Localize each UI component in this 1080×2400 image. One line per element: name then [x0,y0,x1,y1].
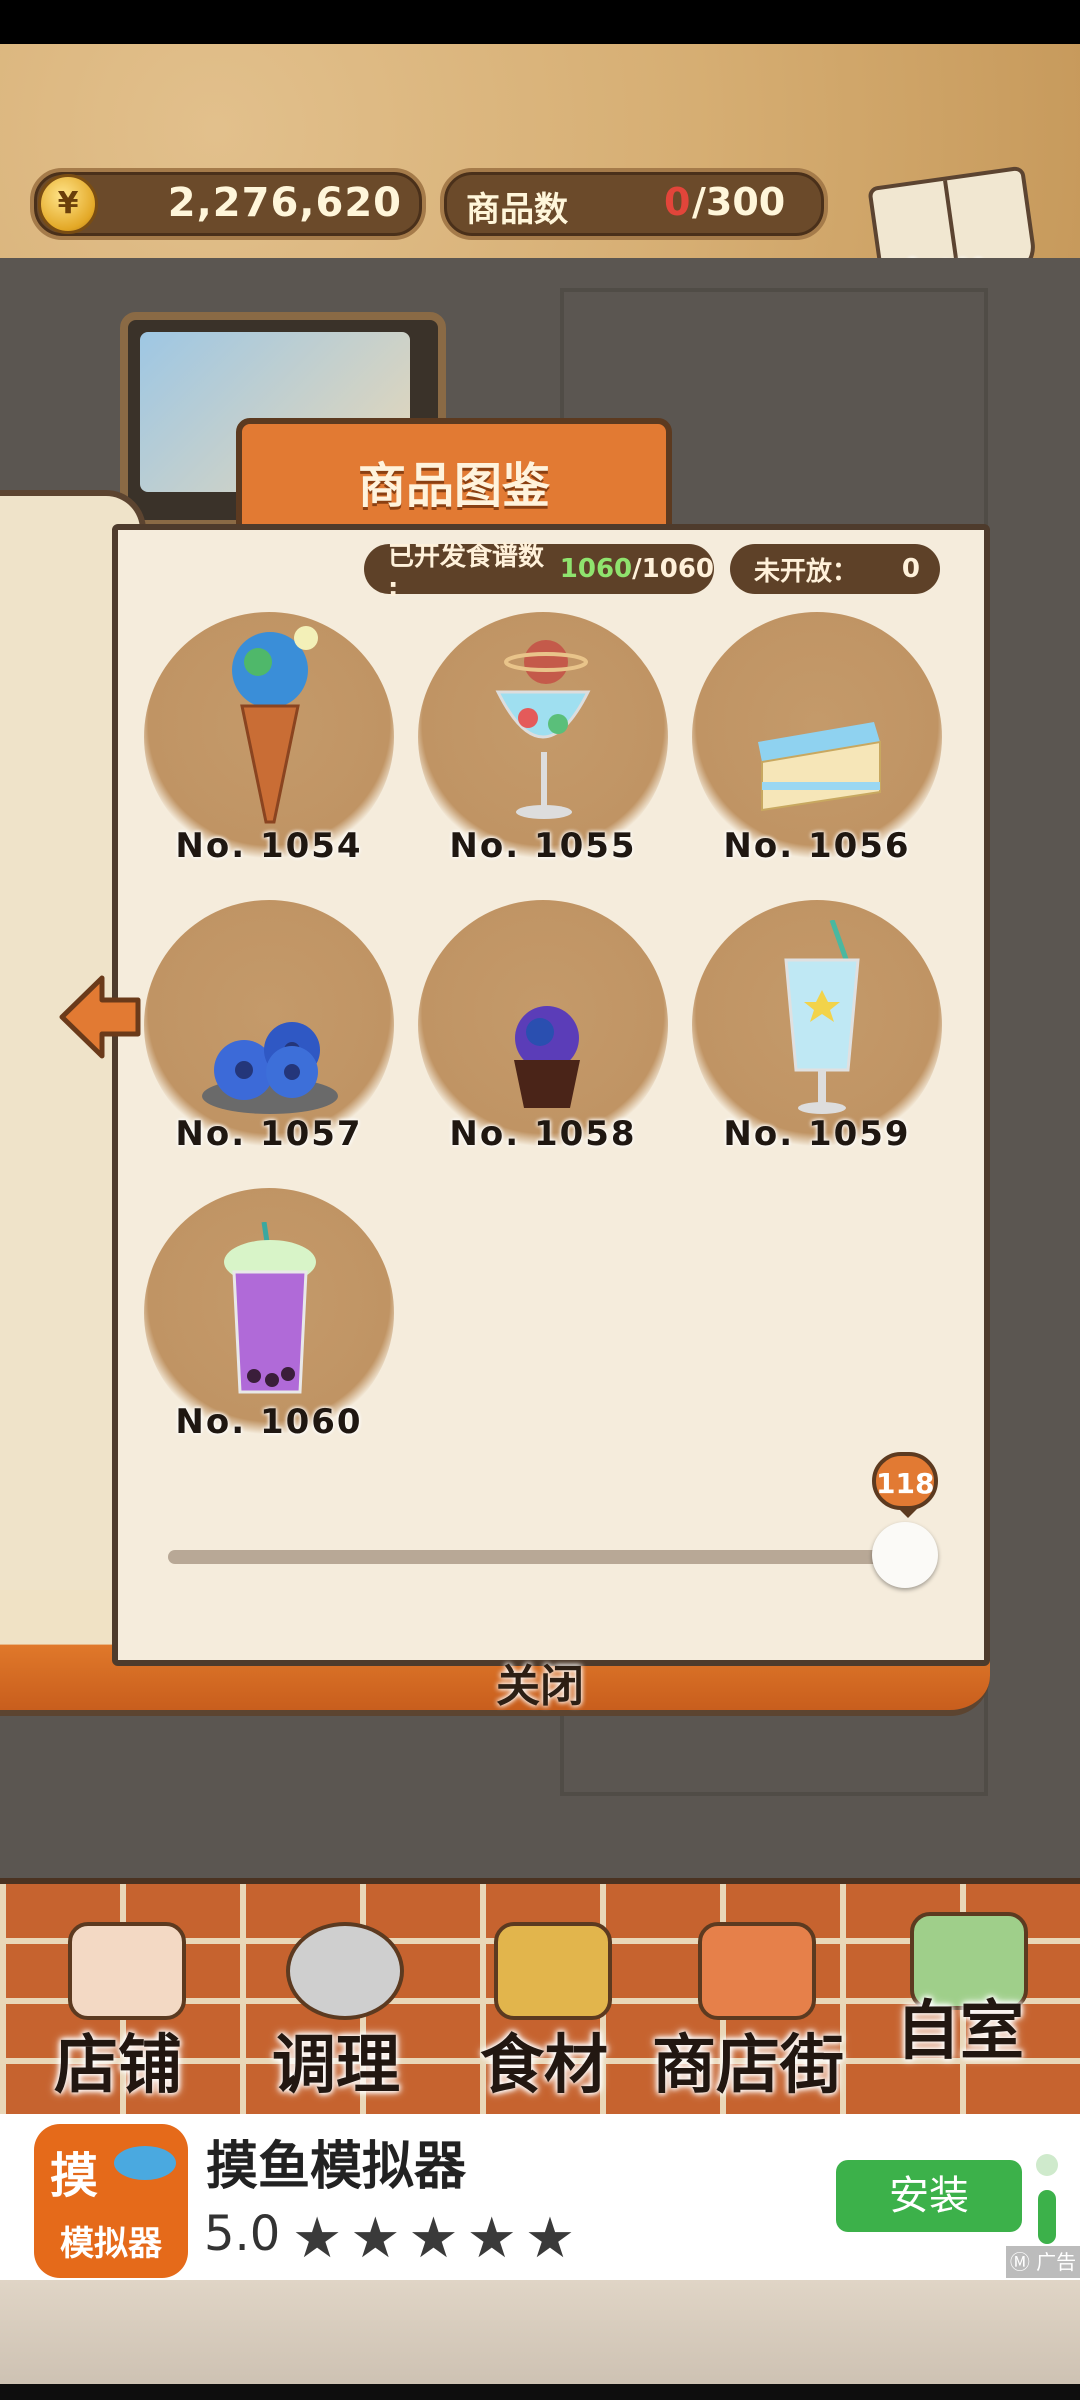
ad-title: 摸鱼模拟器 [206,2137,467,2197]
ad-app-logo: 摸 模拟器 [34,2124,188,2278]
ice-cream-cone-icon [232,626,318,824]
nav-item-cooking[interactable]: 调理 [236,1884,436,2114]
ad-indicator-dot [1036,2154,1058,2176]
bottom-strip [0,2280,1080,2400]
ad-indicator-bar [1038,2190,1056,2244]
ad-stars-icon: ★★★★★ [292,2206,584,2271]
nav-item-label: 调理 [272,2029,400,2103]
nav-item-ingredients[interactable]: 食材 [444,1884,644,2114]
ad-tag: Ⓜ 广告 [1006,2246,1080,2278]
recipe-card[interactable]: No. 1054 [144,612,394,874]
recipe-number: No. 1060 [175,1402,363,1442]
page-slider-value: 118 [872,1452,938,1518]
unopened-label: 未开放： [754,556,859,587]
page-slider-track[interactable] [168,1550,908,1564]
cupcake-icon [514,1006,580,1108]
system-nav-bar [0,2384,1080,2400]
ad-rating: 5.0 [204,2206,281,2262]
mixing-bowl-icon [286,1922,404,2020]
bubble-tea-icon [224,1222,316,1394]
product-count-display: 商品数 0 /300 [440,168,828,240]
nav-item-label: 商店街 [652,2029,844,2103]
parfait-glass-icon [495,640,591,819]
product-count-label: 商品数 [466,190,568,230]
nav-item-label: 自室 [896,1995,1024,2069]
previous-page-arrow-icon[interactable] [56,972,142,1062]
catalog-title-tab: 商品图鉴 [236,418,672,540]
nav-item-label: 店铺 [54,2029,182,2103]
ingredient-sack-icon [494,1922,612,2020]
recipe-card[interactable]: No. 1055 [418,612,668,874]
developed-recipes-total: /1060 [632,554,714,584]
unopened-value: 0 [901,554,920,584]
coin-icon: ¥ [38,174,98,234]
cake-slice-icon [758,722,881,812]
nav-item-shop[interactable]: 店铺 [18,1884,218,2114]
nav-item-staff-room[interactable]: 自室 [860,1872,1060,2102]
recipe-card[interactable]: No. 1060 [144,1188,394,1450]
fish-icon [114,2146,176,2180]
recipe-number: No. 1054 [175,826,363,866]
ad-logo-subtext: 模拟器 [60,2224,162,2264]
donuts-icon [202,1022,338,1114]
product-count-current: 0 [664,180,691,224]
soda-glass-icon [784,920,860,1114]
shopping-street-icon [698,1922,816,2020]
recipe-number: No. 1059 [723,1114,911,1154]
ad-logo-text: 摸 [50,2148,99,2204]
catalog-title: 商品图鉴 [357,458,550,514]
developed-recipes-label: 已开发食谱数 : [388,541,545,603]
ad-banner[interactable]: 摸 模拟器 摸鱼模拟器 5.0 ★★★★★ 安装 Ⓜ 广告 [0,2114,1080,2280]
close-button[interactable]: 关闭 [430,1650,650,1720]
recipe-number: No. 1055 [449,826,637,866]
shop-cake-icon [68,1922,186,2020]
currency-display: ¥ 2,276,620 [30,168,426,240]
recipe-number: No. 1057 [175,1114,363,1154]
recipe-number: No. 1056 [723,826,911,866]
recipe-card[interactable]: No. 1057 [144,900,394,1162]
nav-item-shopping-street[interactable]: 商店街 [648,1884,848,2114]
recipe-card[interactable]: No. 1056 [692,612,942,874]
recipe-number: No. 1058 [449,1114,637,1154]
ad-install-button[interactable]: 安装 [836,2160,1022,2232]
developed-recipes-stat: 已开发食谱数 : 1060/1060 [364,542,714,603]
recipe-card[interactable]: No. 1058 [418,900,668,1162]
recipe-card[interactable]: No. 1059 [692,900,942,1162]
status-bar [0,0,1080,44]
product-count-max: /300 [692,180,786,224]
nav-item-label: 食材 [480,2029,608,2103]
developed-recipes-value: 1060 [559,554,633,584]
currency-value: 2,276,620 [167,180,402,226]
unopened-stat: 未开放： 0 [730,544,940,594]
page-slider-handle[interactable] [872,1522,938,1588]
